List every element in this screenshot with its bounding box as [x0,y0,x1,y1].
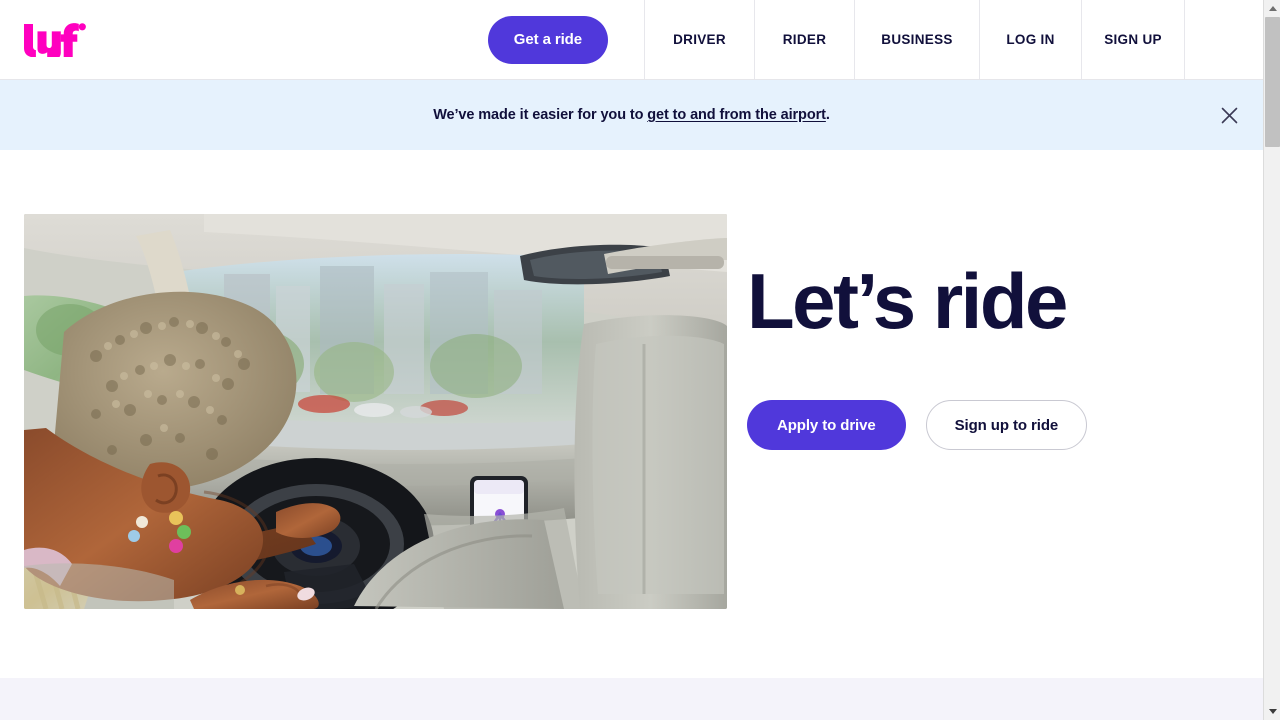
vertical-scrollbar[interactable] [1263,0,1280,720]
browser-viewport: Get a ride DRIVER RIDER BUSINESS LOG IN … [0,0,1280,720]
site-header: Get a ride DRIVER RIDER BUSINESS LOG IN … [0,0,1263,80]
airport-announcement-banner: We’ve made it easier for you to get to a… [0,80,1263,150]
lyft-logo-icon [24,22,86,57]
next-section-strip [0,678,1263,720]
banner-message: We’ve made it easier for you to get to a… [433,107,830,123]
main-navigation: DRIVER RIDER BUSINESS LOG IN SIGN UP [644,0,1185,79]
apply-to-drive-button[interactable]: Apply to drive [747,400,906,450]
page-content: Get a ride DRIVER RIDER BUSINESS LOG IN … [0,0,1263,720]
lyft-logo[interactable] [0,0,200,79]
get-a-ride-button[interactable]: Get a ride [487,15,608,64]
banner-text-after: . [825,107,830,123]
hero-text-column: Let’s ride Apply to drive Sign up to rid… [727,214,1088,450]
nav-item-rider[interactable]: RIDER [754,0,854,79]
close-icon [1221,107,1237,123]
hero-cta-group: Apply to drive Sign up to ride [747,400,1088,450]
header-right-gutter [1185,0,1263,79]
banner-airport-link[interactable]: get to and from the airport [647,107,826,123]
header-spacer [200,0,488,79]
scroll-down-arrow[interactable] [1264,703,1280,720]
nav-item-log-in[interactable]: LOG IN [979,0,1081,79]
sign-up-to-ride-button[interactable]: Sign up to ride [925,400,1088,450]
scroll-thumb[interactable] [1265,17,1280,147]
get-a-ride-wrap: Get a ride [487,0,644,79]
nav-item-driver[interactable]: DRIVER [644,0,754,79]
nav-item-sign-up[interactable]: SIGN UP [1081,0,1185,79]
page-title: Let’s ride [747,257,1068,345]
banner-close-button[interactable] [1215,101,1243,129]
scroll-down-arrow-icon [1268,709,1277,714]
nav-item-business[interactable]: BUSINESS [854,0,979,79]
hero-image-column [0,214,727,609]
hero-photo-illustration [24,214,727,609]
hero-photo [24,214,727,609]
scroll-up-arrow-icon [1268,6,1277,11]
banner-text-before: We’ve made it easier for you to [433,107,648,123]
hero-section: Let’s ride Apply to drive Sign up to rid… [0,150,1263,609]
scroll-up-arrow[interactable] [1264,0,1280,17]
